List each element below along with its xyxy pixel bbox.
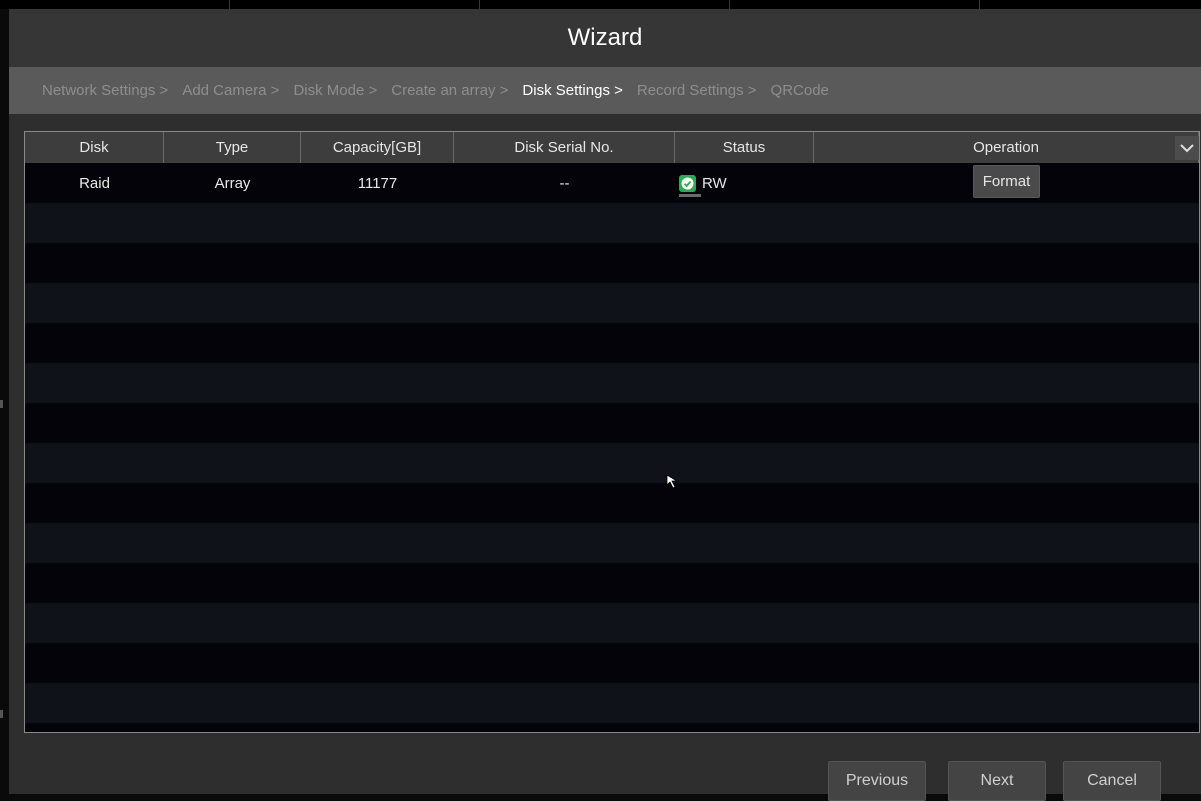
column-header-serial[interactable]: Disk Serial No.	[454, 132, 675, 163]
empty-table-row	[25, 643, 1199, 683]
table-header: Disk Type Capacity[GB] Disk Serial No. S…	[25, 132, 1199, 163]
table-row[interactable]: Raid Array 11177 -- RW Format	[25, 163, 1199, 203]
cancel-button[interactable]: Cancel	[1063, 761, 1161, 801]
wizard-steps: Network Settings > Add Camera > Disk Mod…	[9, 67, 1201, 114]
check-mark-icon	[681, 177, 694, 189]
column-header-operation[interactable]: Operation	[814, 132, 1199, 163]
chevron-down-icon	[1180, 144, 1194, 153]
column-header-disk[interactable]: Disk	[25, 132, 164, 163]
empty-table-row	[25, 323, 1199, 363]
cell-serial: --	[559, 174, 570, 192]
mouse-pointer-icon	[666, 474, 679, 489]
empty-table-row	[25, 243, 1199, 283]
empty-table-row	[25, 483, 1199, 523]
cell-type: Array	[214, 174, 251, 192]
step-record-settings[interactable]: Record Settings >	[637, 82, 757, 99]
status-text: RW	[702, 174, 727, 192]
previous-button[interactable]: Previous	[828, 761, 926, 801]
step-disk-mode[interactable]: Disk Mode >	[293, 82, 377, 99]
check-circle-icon	[679, 174, 701, 197]
table-body: Raid Array 11177 -- RW Format	[25, 163, 1199, 723]
disk-table: Disk Type Capacity[GB] Disk Serial No. S…	[24, 131, 1200, 733]
step-add-camera[interactable]: Add Camera >	[182, 82, 279, 99]
cell-status: RW	[675, 163, 814, 203]
cell-operation: Format	[814, 163, 1199, 203]
empty-table-row	[25, 683, 1199, 723]
empty-table-row	[25, 403, 1199, 443]
empty-table-row	[25, 203, 1199, 243]
step-qrcode[interactable]: QRCode	[771, 82, 829, 99]
edge-mark	[0, 710, 3, 718]
column-options-button[interactable]	[1175, 136, 1199, 160]
column-header-type[interactable]: Type	[164, 132, 301, 163]
empty-table-row	[25, 603, 1199, 643]
empty-table-row	[25, 283, 1199, 323]
strip-divider	[979, 0, 980, 9]
next-button[interactable]: Next	[948, 761, 1046, 801]
strip-divider	[479, 0, 480, 9]
step-create-array[interactable]: Create an array >	[391, 82, 508, 99]
step-network-settings[interactable]: Network Settings >	[42, 82, 168, 99]
edge-mark	[0, 400, 3, 408]
empty-table-row	[25, 443, 1199, 483]
empty-table-row	[25, 563, 1199, 603]
empty-table-row	[25, 363, 1199, 403]
format-button[interactable]: Format	[972, 164, 1041, 198]
strip-divider	[729, 0, 730, 9]
empty-table-row	[25, 523, 1199, 563]
column-header-capacity[interactable]: Capacity[GB]	[301, 132, 454, 163]
cell-capacity: 11177	[357, 174, 398, 192]
column-header-status[interactable]: Status	[675, 132, 814, 163]
window-title: Wizard	[9, 9, 1201, 67]
wizard-window: Wizard Network Settings > Add Camera > D…	[9, 9, 1201, 801]
top-strip	[0, 0, 1201, 9]
strip-divider	[229, 0, 230, 9]
cell-disk: Raid	[79, 174, 110, 192]
step-disk-settings[interactable]: Disk Settings >	[522, 82, 622, 99]
